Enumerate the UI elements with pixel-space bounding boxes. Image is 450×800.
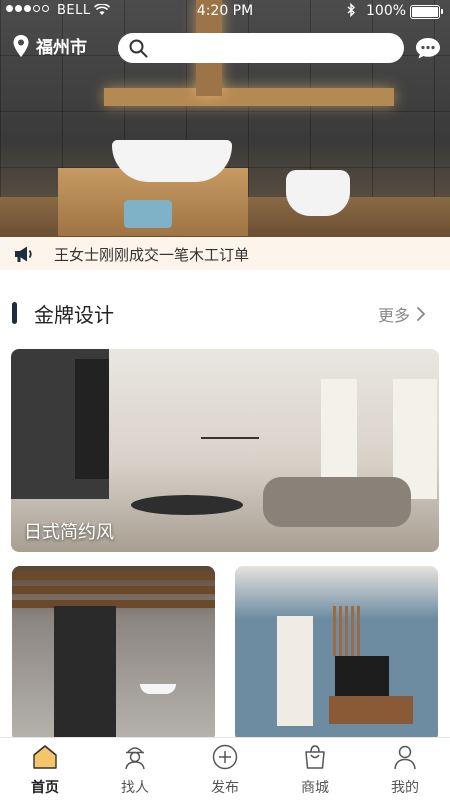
hero-toilet — [286, 170, 350, 216]
search-input[interactable] — [156, 40, 404, 56]
card-image-tv — [335, 656, 389, 696]
tab-home[interactable]: 首页 — [0, 738, 90, 800]
battery-percent: 100% — [366, 3, 407, 19]
hero-towel — [124, 200, 172, 228]
card-image-beam — [12, 572, 215, 580]
card-image-pendant — [201, 409, 259, 439]
city-label: 福州市 — [36, 38, 87, 58]
section-header-gold-design: 金牌设计 更多 — [0, 294, 450, 334]
chevron-right-icon — [417, 307, 426, 321]
location-pin-icon — [13, 34, 29, 57]
search-bar[interactable] — [118, 33, 404, 63]
card-image-beam — [12, 586, 215, 594]
tab-mine[interactable]: 我的 — [360, 738, 450, 800]
card-image-sofa — [263, 477, 411, 527]
battery-icon — [410, 5, 443, 19]
home-icon — [33, 745, 57, 769]
card-image-slats — [333, 606, 363, 656]
design-card-japanese[interactable]: 日式简约风 — [11, 349, 439, 552]
notice-bar[interactable]: 王女士刚刚成交一笔木工订单 — [0, 237, 450, 270]
design-card-living-room[interactable] — [235, 566, 438, 742]
card-image-cabinet — [329, 696, 413, 724]
publish-plus-icon — [212, 744, 238, 770]
megaphone-icon — [15, 246, 32, 262]
profile-icon — [394, 745, 416, 770]
card-image-sink — [140, 684, 176, 694]
tab-label: 首页 — [31, 780, 59, 796]
section-title: 金牌设计 — [34, 303, 114, 327]
status-bar: BELL 4:20 PM 100% — [0, 0, 450, 24]
card-image-panel — [54, 606, 116, 742]
find-person-icon — [125, 747, 145, 770]
bluetooth-icon — [346, 2, 356, 20]
tab-publish[interactable]: 发布 — [180, 738, 270, 800]
bottom-tab-bar: 首页 找人 发布 商城 我的 — [0, 737, 450, 800]
tab-find-person[interactable]: 找人 — [90, 738, 180, 800]
tab-label: 发布 — [211, 780, 239, 796]
location-selector[interactable]: 福州市 — [12, 33, 87, 58]
design-card-bathroom[interactable] — [12, 566, 215, 742]
hero-shelf — [104, 88, 394, 106]
tab-label: 找人 — [121, 780, 149, 796]
card-image-wall — [75, 359, 109, 479]
hero-banner[interactable]: BELL 4:20 PM 100% 福州市 — [0, 0, 450, 237]
search-icon — [129, 39, 148, 58]
tab-mall[interactable]: 商城 — [270, 738, 360, 800]
notice-text: 王女士刚刚成交一笔木工订单 — [54, 246, 250, 264]
shopping-bag-icon — [305, 745, 325, 769]
message-icon[interactable] — [414, 36, 442, 60]
card-image-door — [277, 616, 313, 726]
card-caption: 日式简约风 — [24, 522, 114, 543]
card-image-table — [131, 495, 243, 515]
tab-label: 商城 — [301, 780, 329, 796]
more-link[interactable]: 更多 — [378, 302, 426, 326]
hero-sink — [112, 140, 232, 182]
more-label: 更多 — [378, 306, 411, 325]
tab-label: 我的 — [391, 780, 419, 796]
section-title-bar — [12, 302, 17, 324]
